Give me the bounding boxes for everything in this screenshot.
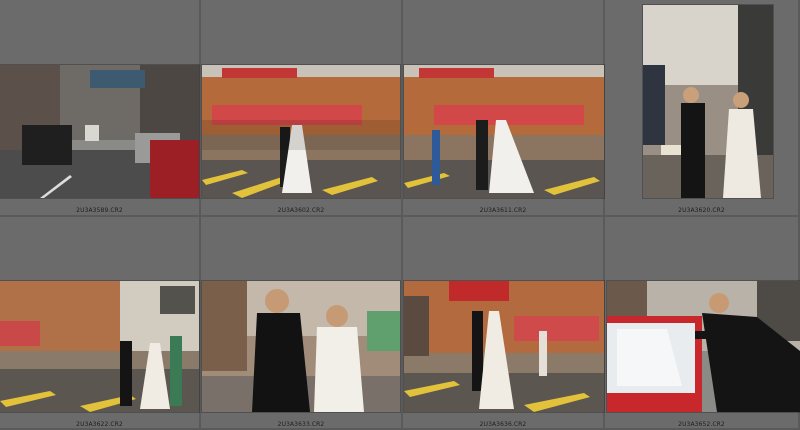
- grid-cell[interactable]: 2U3A3652.CR2: [605, 217, 800, 430]
- thumbnail-image[interactable]: [404, 281, 604, 412]
- thumbnail-filename: 2U3A3622.CR2: [76, 421, 123, 428]
- thumbnail-image[interactable]: [202, 281, 400, 412]
- street-couple-icon: [0, 281, 199, 412]
- thumbnail-image[interactable]: [404, 65, 604, 198]
- closeup-couple-icon: [202, 281, 400, 412]
- crosswalk-couple-icon: [404, 65, 604, 198]
- crosswalk-couple-icon: [202, 65, 400, 198]
- thumbnail-filename: 2U3A3636.CR2: [479, 421, 527, 428]
- taxi-man-icon: [607, 281, 800, 412]
- street-traffic-icon: [0, 65, 199, 198]
- grid-cell[interactable]: 2U3A3633.CR2: [201, 217, 403, 430]
- thumbnail-filename: 2U3A3652.CR2: [678, 421, 725, 428]
- crosswalk-couple-icon: [404, 281, 604, 412]
- thumbnail-filename: 2U3A3589.CR2: [76, 207, 123, 214]
- library-grid: 2U3A3589.CR2 2U3A3602.CR2 2U3A3611.CR2 2…: [0, 0, 800, 430]
- grid-cell[interactable]: 2U3A3611.CR2: [403, 0, 605, 217]
- thumbnail-filename: 2U3A3633.CR2: [277, 421, 325, 428]
- portrait-couple-icon: [643, 5, 773, 198]
- grid-cell[interactable]: 2U3A3589.CR2: [0, 0, 201, 217]
- thumbnail-image[interactable]: [0, 65, 199, 198]
- thumbnail-image[interactable]: [607, 281, 800, 412]
- grid-cell[interactable]: 2U3A3636.CR2: [403, 217, 605, 430]
- grid-cell[interactable]: 2U3A3602.CR2: [201, 0, 403, 217]
- thumbnail-image[interactable]: [0, 281, 199, 412]
- grid-cell[interactable]: 2U3A3620.CR2: [605, 0, 800, 217]
- thumbnail-filename: 2U3A3602.CR2: [277, 207, 325, 214]
- thumbnail-image[interactable]: [643, 5, 773, 198]
- thumbnail-image[interactable]: [202, 65, 400, 198]
- thumbnail-filename: 2U3A3620.CR2: [678, 207, 725, 214]
- thumbnail-filename: 2U3A3611.CR2: [479, 207, 527, 214]
- grid-cell[interactable]: 2U3A3622.CR2: [0, 217, 201, 430]
